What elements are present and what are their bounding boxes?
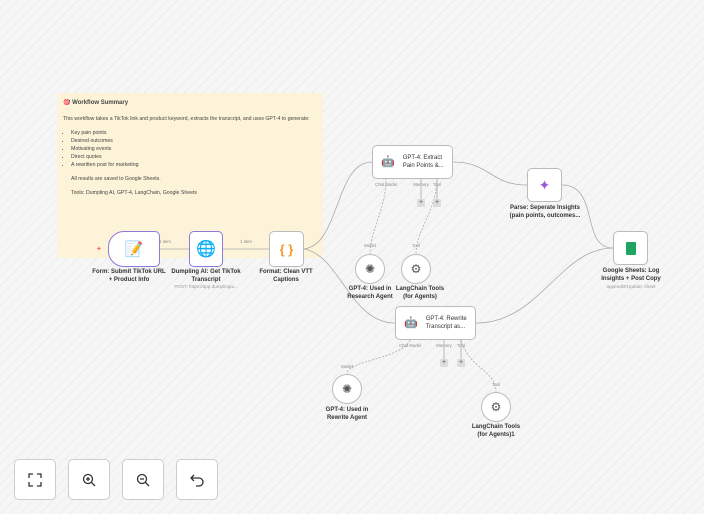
- node-agent-extract[interactable]: 🤖 GPT-4: Extract Pain Points &...: [372, 145, 453, 179]
- node-parse[interactable]: ✦: [527, 168, 562, 202]
- robot-icon: 🤖: [404, 317, 418, 329]
- google-sheets-icon: [625, 241, 636, 255]
- port-memory[interactable]: Memory: [413, 182, 429, 187]
- port-chat-model[interactable]: Chat Model: [399, 343, 421, 348]
- brain-icon: ⚙: [410, 262, 422, 276]
- port-tool[interactable]: Tool: [457, 343, 465, 348]
- zoom-in-icon: [82, 473, 96, 486]
- openai-icon: ✺: [364, 262, 376, 276]
- add-memory-button[interactable]: +: [417, 199, 425, 207]
- node-dumpling[interactable]: 🌐: [189, 231, 223, 267]
- node-sheets-subtitle: appendOrUpdate: sheet: [606, 284, 656, 289]
- node-model-rewrite-label: GPT-4: Used in Rewrite Agent: [325, 407, 369, 421]
- sparkle-icon: ✦: [538, 176, 551, 193]
- node-format[interactable]: { }: [269, 231, 304, 267]
- port-chat-model[interactable]: Chat Model: [375, 182, 397, 187]
- zoom-out-button[interactable]: [122, 459, 164, 500]
- node-model-rewrite[interactable]: ✺: [332, 374, 362, 404]
- edge-label: 1 item: [159, 239, 171, 244]
- openai-icon: ✺: [341, 382, 353, 396]
- node-dumpling-subtitle: POST: https://app.dumplingai...: [174, 284, 238, 289]
- code-braces-icon: { }: [279, 241, 294, 257]
- form-icon: 📝: [124, 241, 144, 258]
- node-form-label: Form: Submit TikTok URL + Product Info: [92, 269, 166, 283]
- port-model: Model: [364, 243, 376, 248]
- port-memory[interactable]: Memory: [436, 343, 452, 348]
- zoom-out-icon: [136, 473, 150, 486]
- node-google-sheets[interactable]: [613, 231, 648, 265]
- node-langchain-tools-1-label: LangChain Tools (for Agents)1: [471, 424, 521, 438]
- node-langchain-tools[interactable]: ⚙: [401, 254, 431, 284]
- fit-view-button[interactable]: [14, 459, 56, 500]
- node-form[interactable]: 📝: [108, 231, 160, 267]
- undo-button[interactable]: [176, 459, 218, 500]
- node-langchain-tools-1[interactable]: ⚙: [481, 392, 511, 422]
- port-model: Model: [341, 364, 353, 369]
- node-model-research[interactable]: ✺: [355, 254, 385, 284]
- node-format-label: Format: Clean VTT Captions: [259, 269, 313, 283]
- node-parse-label: Parse: Seperate Insights (pain points, ou…: [509, 205, 581, 219]
- edge-label: 1 item: [240, 239, 252, 244]
- node-model-research-label: GPT-4: Used in Research Agent: [347, 286, 393, 300]
- connections: [160, 161, 614, 393]
- node-langchain-tools-label: LangChain Tools (for Agents): [395, 286, 445, 300]
- add-tool-button[interactable]: +: [433, 199, 441, 207]
- fit-view-icon: [28, 472, 42, 487]
- zoom-in-button[interactable]: [68, 459, 110, 500]
- robot-icon: 🤖: [381, 156, 395, 168]
- add-tool-button[interactable]: +: [457, 359, 465, 367]
- trigger-bolt-icon: ✦: [96, 246, 102, 253]
- undo-icon: [190, 474, 204, 487]
- brain-icon: ⚙: [490, 400, 502, 414]
- node-agent-rewrite[interactable]: 🤖 GPT-4: Rewrite Transcript as...: [395, 306, 476, 340]
- add-memory-button[interactable]: +: [440, 359, 448, 367]
- port-tool: Tool: [492, 382, 500, 387]
- port-tool[interactable]: Tool: [433, 182, 441, 187]
- port-tool: Tool: [412, 243, 420, 248]
- globe-icon: 🌐: [196, 241, 216, 258]
- node-sheets-label: Google Sheets: Log Insights + Post Copy: [601, 268, 661, 282]
- node-dumpling-label: Dumpling AI: Get TikTok Transcript: [171, 269, 241, 283]
